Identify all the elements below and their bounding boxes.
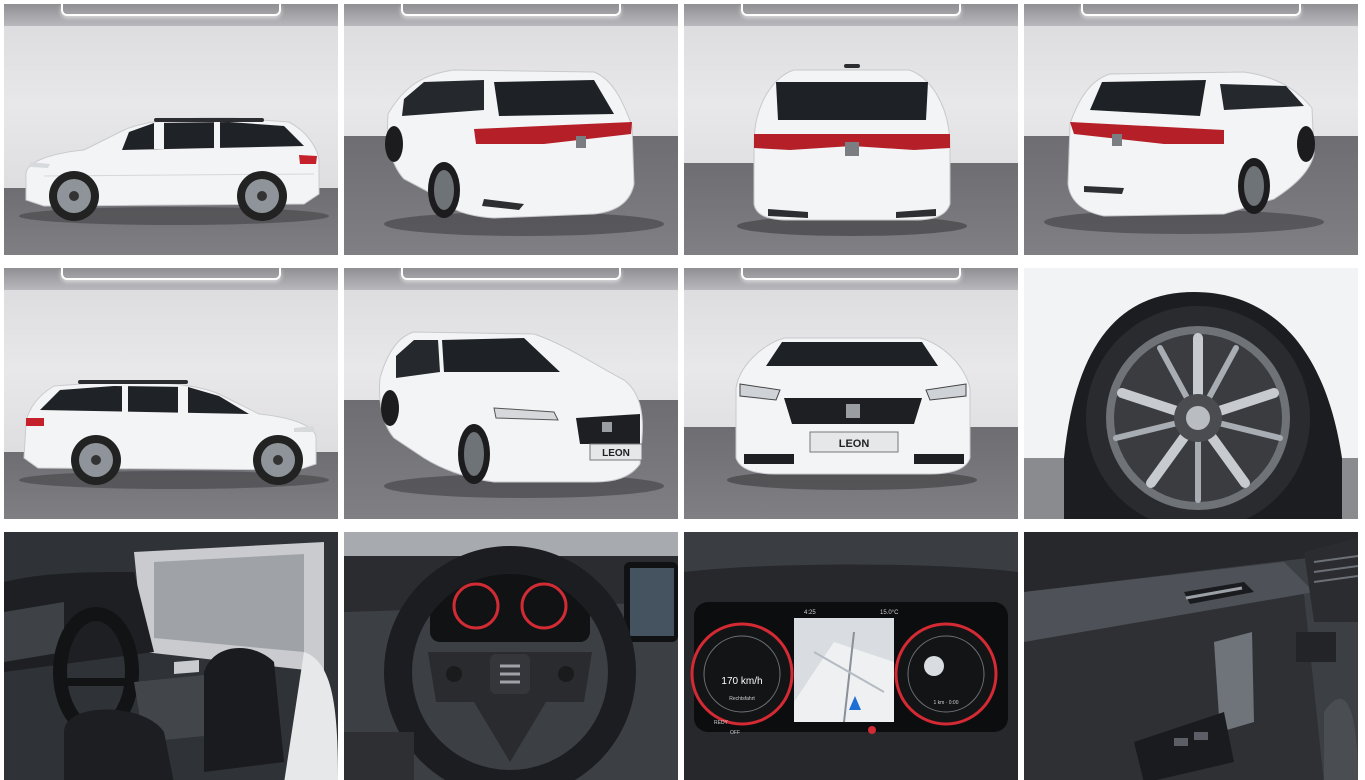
photo-digital-cockpit[interactable]: 170 km/h Rechtsfahrt 4:25 15.0°C 1 km · … bbox=[684, 532, 1018, 780]
car-side-left-icon bbox=[19, 117, 329, 225]
photo-rear-three-quarter-left[interactable] bbox=[344, 4, 678, 255]
alloy-wheel-icon bbox=[1024, 268, 1358, 519]
photo-front-three-quarter[interactable]: LEON bbox=[344, 268, 678, 519]
car-side-right-icon bbox=[19, 380, 329, 489]
svg-text:OFF: OFF bbox=[730, 730, 740, 736]
svg-text:170 km/h: 170 km/h bbox=[721, 676, 762, 687]
svg-text:Rechtsfahrt: Rechtsfahrt bbox=[729, 696, 755, 702]
svg-text:LEON: LEON bbox=[839, 438, 870, 450]
door-panel-icon bbox=[1024, 532, 1358, 780]
interior-seats-icon bbox=[4, 532, 338, 780]
digital-cockpit-display: 170 km/h Rechtsfahrt 4:25 15.0°C 1 km · … bbox=[684, 532, 1018, 780]
svg-text:LEON: LEON bbox=[602, 448, 630, 459]
car-rear-left-icon bbox=[384, 69, 664, 236]
photo-interior-front-seats[interactable] bbox=[4, 532, 338, 780]
photo-steering-wheel[interactable] bbox=[344, 532, 678, 780]
steering-wheel-icon bbox=[344, 532, 678, 780]
photo-side-view-right[interactable] bbox=[4, 268, 338, 519]
photo-rear-view[interactable] bbox=[684, 4, 1018, 255]
svg-text:4:25: 4:25 bbox=[804, 610, 816, 616]
svg-text:REDY: REDY bbox=[714, 720, 729, 726]
photo-rear-three-quarter-right[interactable] bbox=[1024, 4, 1358, 255]
svg-text:1 km · 0:00: 1 km · 0:00 bbox=[933, 700, 958, 706]
car-front-three-quarter-icon: LEON bbox=[379, 331, 664, 498]
car-front-icon: LEON bbox=[727, 337, 977, 490]
photo-gallery-page: LEON LEON 170 km/h Rechtsfahrt 4:25 15.0… bbox=[0, 0, 1365, 780]
svg-text:15.0°C: 15.0°C bbox=[880, 610, 899, 616]
photo-side-view-left[interactable] bbox=[4, 4, 338, 255]
photo-gallery-grid: LEON LEON 170 km/h Rechtsfahrt 4:25 15.0… bbox=[4, 4, 1358, 780]
car-rear-icon bbox=[737, 64, 967, 236]
car-rear-right-icon bbox=[1044, 71, 1324, 234]
photo-front-view[interactable]: LEON bbox=[684, 268, 1018, 519]
photo-alloy-wheel[interactable] bbox=[1024, 268, 1358, 519]
photo-door-panel[interactable] bbox=[1024, 532, 1358, 780]
